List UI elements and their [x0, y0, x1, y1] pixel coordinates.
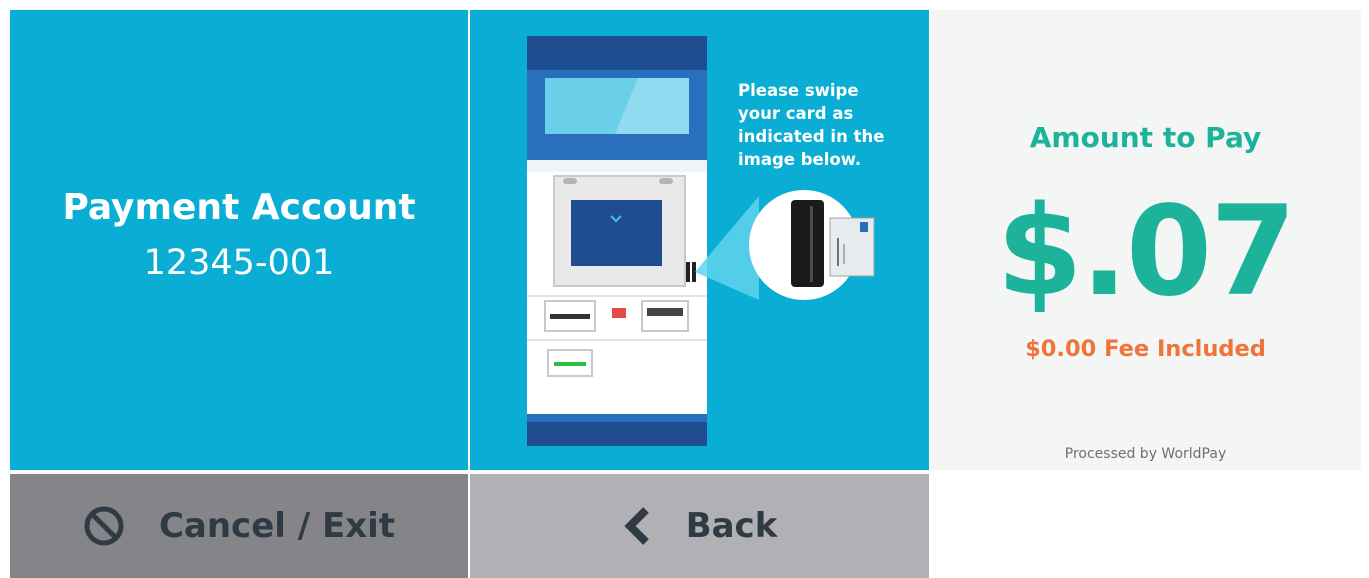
card-swipe-illustration: Please swipe your card as indicated in t… — [470, 10, 929, 470]
amount-value: $.07 — [996, 180, 1297, 324]
cancel-exit-label: Cancel / Exit — [158, 506, 396, 546]
fee-text: $0.00 Fee Included — [1025, 336, 1266, 362]
swipe-instruction-text: Please swipe your card as indicated in t… — [738, 81, 885, 169]
no-entry-icon — [83, 505, 125, 547]
account-panel: Payment Account 12345-001 — [10, 10, 468, 470]
amount-panel: Amount to Pay $.07 $0.00 Fee Included Pr… — [930, 10, 1361, 470]
cancel-exit-button[interactable]: Cancel / Exit — [10, 474, 468, 578]
account-number: 12345-001 — [143, 242, 335, 283]
back-label: Back — [685, 506, 778, 546]
amount-label: Amount to Pay — [1029, 121, 1262, 154]
back-button[interactable]: Back — [470, 474, 929, 578]
processor-text: Processed by WorldPay — [1064, 446, 1227, 462]
account-title: Payment Account — [62, 186, 416, 228]
chevron-left-icon — [622, 506, 652, 546]
